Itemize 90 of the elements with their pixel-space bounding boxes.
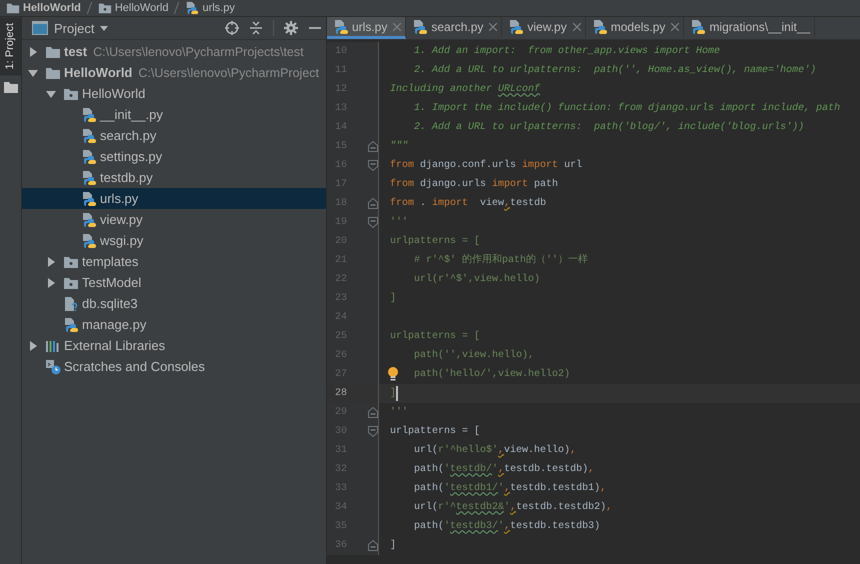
line-number: 28 xyxy=(334,388,347,399)
collapse-icon xyxy=(249,21,263,35)
breadcrumb-item[interactable]: urls.py xyxy=(202,2,235,14)
python-file-icon xyxy=(81,106,97,122)
editor-tab[interactable]: urls.py xyxy=(327,17,406,39)
breadcrumb-item[interactable]: HelloWorld xyxy=(114,2,168,14)
folder-icon xyxy=(6,1,20,15)
editor-tab[interactable]: search.py xyxy=(406,17,502,39)
editor-tab[interactable]: models.py xyxy=(586,17,684,39)
editor-tab[interactable]: view.py xyxy=(502,17,586,39)
tree-item[interactable]: HelloWorld xyxy=(22,83,326,104)
close-icon xyxy=(671,22,680,30)
code-line: urlpatterns = [ xyxy=(390,234,480,248)
code-line: ] xyxy=(390,386,396,400)
code-line: 2. Add a URL to urlpatterns: path('blog/', include('blog.urls')) xyxy=(413,120,804,134)
code-line: 1. Add an import: from other_app.views import Home xyxy=(413,44,720,58)
code-line: ] xyxy=(390,538,396,552)
window-icon xyxy=(32,21,48,35)
tree-item[interactable]: wsgi.py xyxy=(22,230,326,251)
tree-item[interactable]: settings.py xyxy=(22,146,326,167)
tree-item[interactable]: view.py xyxy=(22,209,326,230)
code-line: """ xyxy=(390,140,408,154)
code-line: from . import view,testdb xyxy=(390,196,546,210)
tree-item[interactable]: External Libraries xyxy=(22,335,326,356)
python-file-icon xyxy=(185,1,200,15)
tree-item[interactable]: templates xyxy=(22,251,326,272)
code-line: path('',view.hello), xyxy=(413,348,534,362)
code-line: urlpatterns = [ xyxy=(390,424,480,438)
code-line: url(r'^testdb2&',testdb.testdb2), xyxy=(413,500,612,514)
python-file-icon xyxy=(63,316,79,332)
code-line: from django.conf.urls import url xyxy=(390,158,582,172)
code-line: urlpatterns = [ xyxy=(390,330,480,344)
python-file-icon xyxy=(412,18,428,34)
expand-arrow-icon xyxy=(46,256,56,266)
python-file-icon xyxy=(81,190,97,206)
tree-item[interactable]: HelloWorld C:\Users\lenovo\PycharmProject xyxy=(22,62,326,83)
python-file-icon xyxy=(592,18,608,34)
expand-arrow-icon xyxy=(46,278,56,288)
settings-icon xyxy=(284,21,298,35)
python-file-icon xyxy=(81,148,97,164)
code-line: path('testdb1/',testdb.testdb1), xyxy=(413,482,606,496)
tree-item[interactable]: Scratches and Consoles xyxy=(22,356,326,377)
python-file-icon xyxy=(333,18,349,34)
code-line: from django.urls import path xyxy=(390,178,558,192)
tree-item[interactable]: TestModel xyxy=(22,272,326,293)
tree-item[interactable]: db.sqlite3 xyxy=(22,293,326,314)
expand-arrow-icon xyxy=(28,46,38,56)
tree-item[interactable]: testdb.py xyxy=(22,167,326,188)
python-file-icon xyxy=(81,212,97,228)
code-line: ''' xyxy=(390,406,408,420)
tree-item[interactable]: __init__.py xyxy=(22,104,326,125)
code-line: path('hello/',view.hello2) xyxy=(413,368,570,382)
unknown-file-icon xyxy=(63,296,79,312)
tree-item[interactable]: test C:\Users\lenovo\PycharmProjects\test xyxy=(22,41,326,62)
expand-arrow-icon xyxy=(28,340,38,350)
code-line: url(r'^hello$',view.hello), xyxy=(413,444,576,458)
python-file-icon xyxy=(690,18,706,34)
collapse-button[interactable] xyxy=(249,21,263,35)
text-caret xyxy=(396,386,398,401)
close-icon xyxy=(489,22,498,30)
python-file-icon xyxy=(81,232,97,248)
code-line: Including another URLconf xyxy=(390,82,540,96)
editor-tab[interactable]: migrations\__init__ xyxy=(684,17,816,39)
collapse-arrow-icon xyxy=(46,88,56,98)
python-file-icon xyxy=(508,18,524,34)
close-icon xyxy=(393,22,402,30)
tree-item[interactable]: manage.py xyxy=(22,314,326,335)
code-line: 1. Import the include() function: from django.urls import include, path xyxy=(413,102,840,116)
project-view-dropdown[interactable]: Project xyxy=(32,20,108,36)
locate-button[interactable] xyxy=(225,21,239,35)
locate-icon xyxy=(225,21,239,35)
breadcrumb-item[interactable]: HelloWorld xyxy=(23,2,81,14)
code-line: # r'^$' 的作用和path的（''）一样 xyxy=(413,254,588,268)
settings-button[interactable] xyxy=(284,21,298,35)
code-line: ''' xyxy=(390,216,408,230)
code-line: ] xyxy=(390,292,396,306)
caret-icon xyxy=(100,26,108,30)
project-tool-tab[interactable]: 1: Project xyxy=(0,17,21,76)
code-line: path('testdb3/',testdb.testdb3) xyxy=(413,520,600,534)
code-line: url(r'^$',view.hello) xyxy=(413,272,540,286)
folder-icon xyxy=(4,81,18,94)
scratch-file-icon xyxy=(45,358,61,374)
python-file-icon xyxy=(81,128,97,144)
collapse-arrow-icon xyxy=(28,68,38,78)
python-file-icon xyxy=(81,170,97,186)
tree-item[interactable]: search.py xyxy=(22,125,326,146)
code-line: path('testdb/',testdb.testdb), xyxy=(413,462,594,476)
close-icon xyxy=(572,22,581,30)
tree-item[interactable]: urls.py xyxy=(22,188,326,209)
code-line: 2. Add a URL to urlpatterns: path('', Home.as_view(), name='home') xyxy=(413,64,816,78)
